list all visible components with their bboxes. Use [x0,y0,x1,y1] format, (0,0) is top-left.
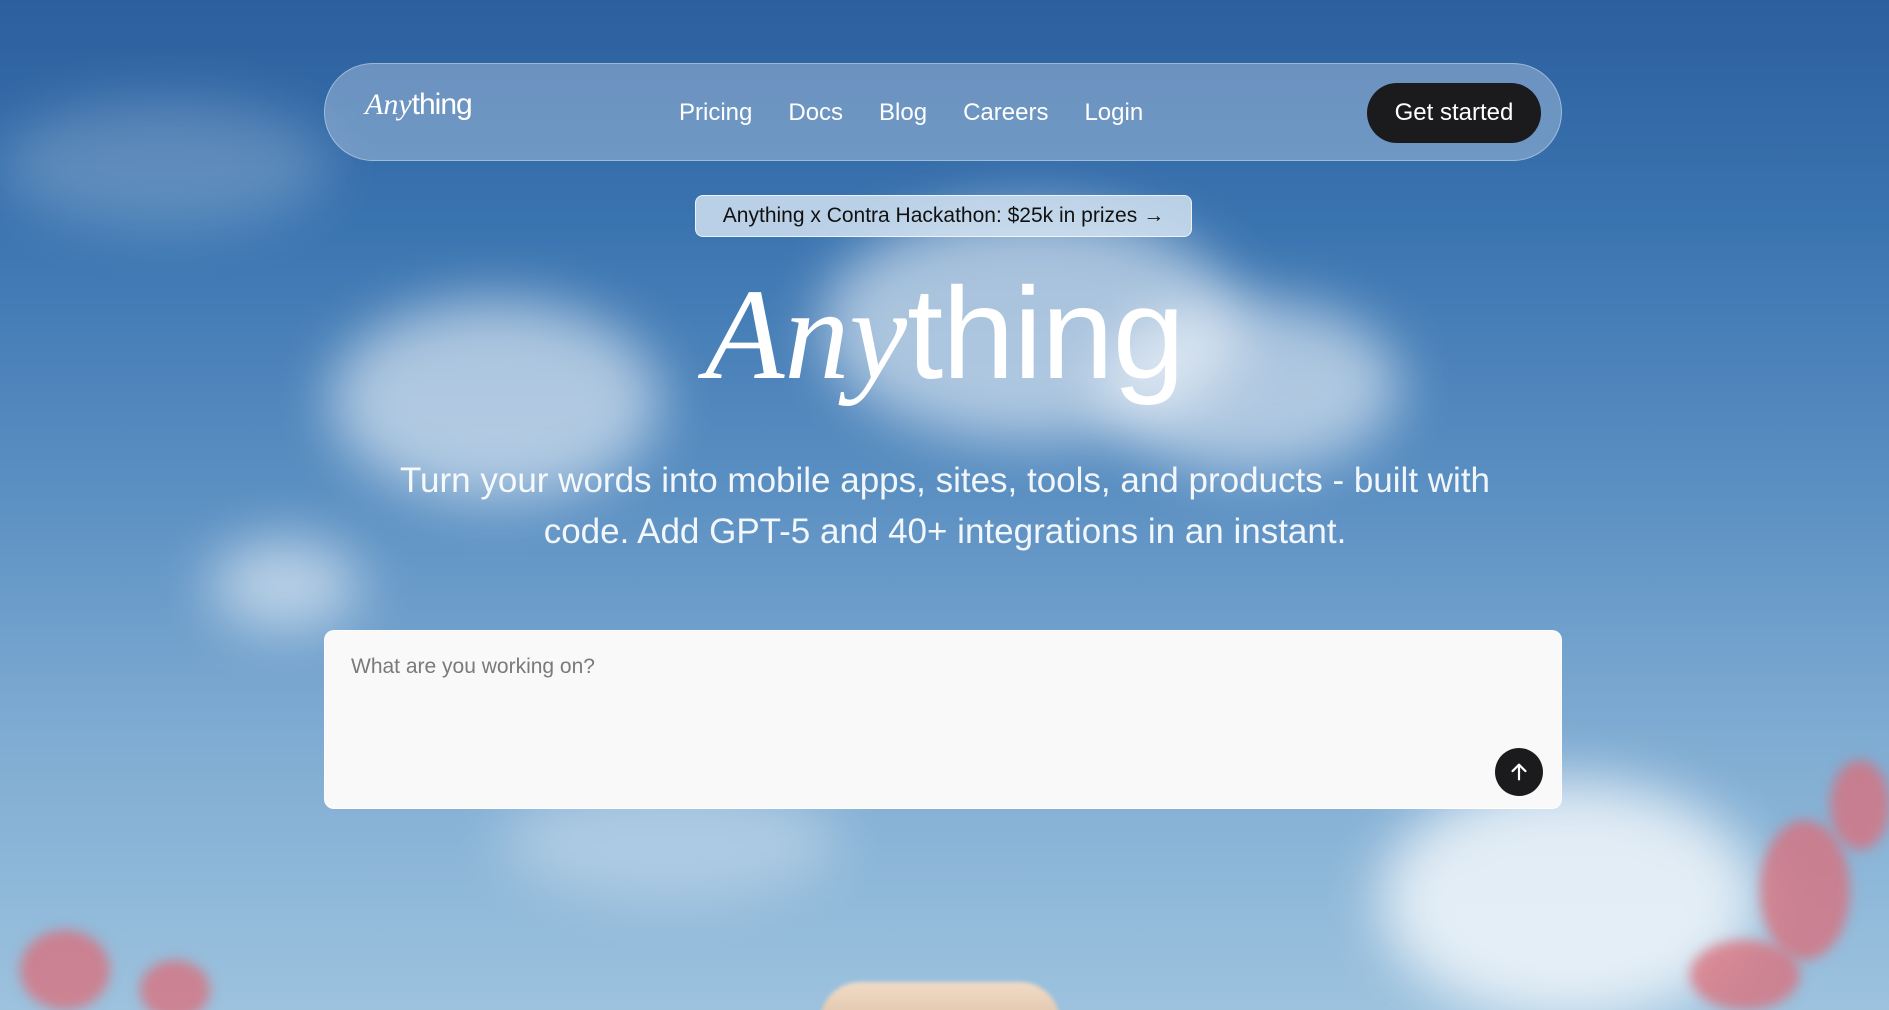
blossom-branch [1830,760,1889,850]
nav-link-blog[interactable]: Blog [879,99,927,127]
blossom-branch [20,930,110,1010]
hero-wordmark-plain: thing [907,260,1185,406]
nav-link-login[interactable]: Login [1084,99,1143,127]
announcement-text: Anything x Contra Hackathon: $25k in pri… [722,204,1138,227]
prompt-input[interactable] [349,653,1503,767]
logo-italic-text: Any [365,88,412,121]
landing-page: Anything Pricing Docs Blog Careers Login… [0,0,1889,1010]
blossom-branch [1690,940,1800,1010]
nav-link-careers[interactable]: Careers [963,99,1048,127]
brand-logo[interactable]: Anything [365,88,473,121]
background-cloud [210,540,360,630]
nav-links: Pricing Docs Blog Careers Login [679,64,1143,162]
arrow-right-icon: → [1143,204,1165,227]
prompt-box [324,630,1562,809]
hackathon-announcement-link[interactable]: Anything x Contra Hackathon: $25k in pri… [695,195,1192,237]
blossom-branch [1760,820,1850,960]
top-navbar: Anything Pricing Docs Blog Careers Login… [324,63,1562,161]
hero-wordmark: Anything [0,268,1889,400]
arrow-up-icon [1511,763,1527,781]
nav-link-pricing[interactable]: Pricing [679,99,752,127]
background-cloud [0,100,330,230]
hero-subtitle: Turn your words into mobile apps, sites,… [399,461,1491,551]
background-building [820,982,1060,1010]
blossom-branch [140,960,210,1010]
hero-wordmark-italic: Any [704,263,908,407]
submit-button[interactable] [1495,748,1543,796]
get-started-button[interactable]: Get started [1367,83,1541,143]
nav-link-docs[interactable]: Docs [788,99,843,127]
logo-plain-text: thing [411,88,473,121]
